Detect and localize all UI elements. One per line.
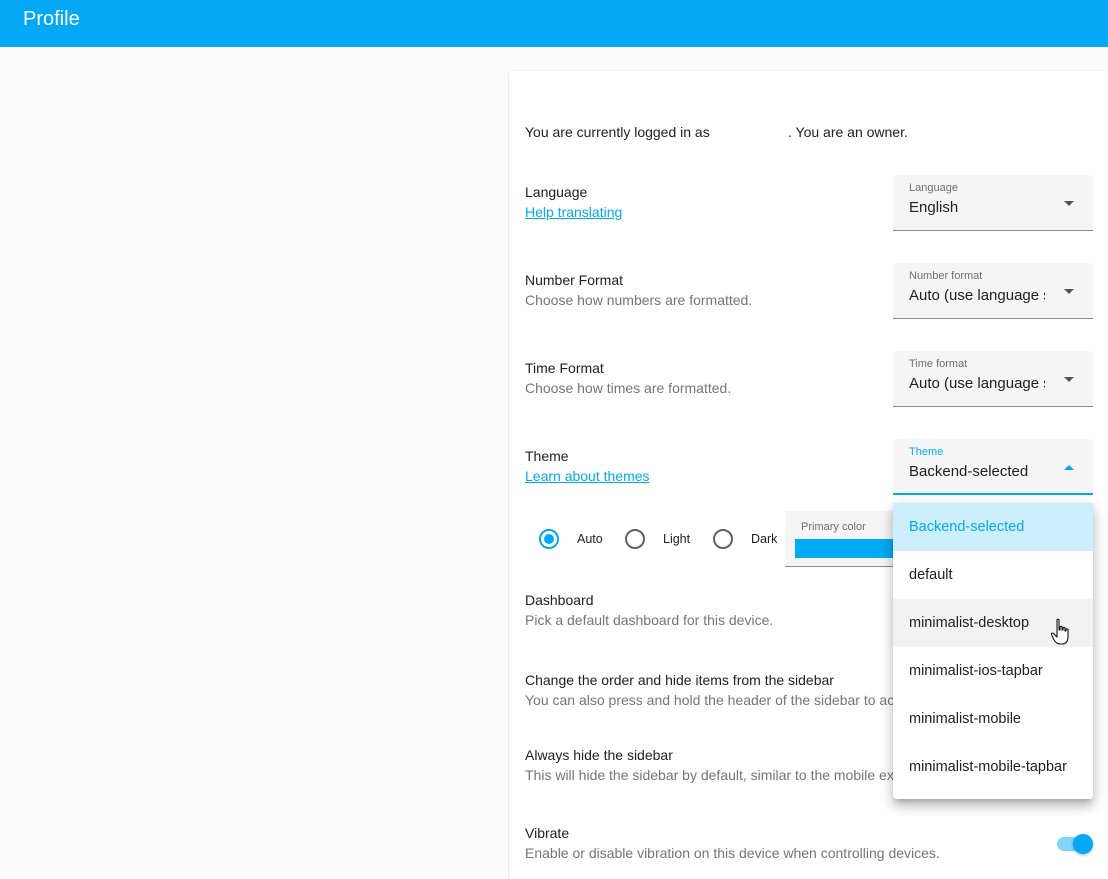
theme-mode-light-label: Light	[663, 532, 691, 546]
theme-select[interactable]: Theme Backend-selected	[893, 439, 1093, 495]
time-format-select-label: Time format	[909, 358, 968, 370]
vibrate-description: Enable or disable vibration on this devi…	[525, 845, 940, 861]
dashboard-title: Dashboard	[525, 592, 594, 608]
dropdown-arrow-icon	[1064, 201, 1074, 206]
primary-color-swatch	[795, 539, 905, 558]
time-format-select[interactable]: Time format Auto (use language setting)	[893, 351, 1093, 407]
logged-in-prefix: You are currently logged in as	[525, 124, 710, 140]
theme-mode-auto-label: Auto	[577, 532, 603, 546]
theme-mode-auto-radio[interactable]	[539, 529, 559, 549]
number-format-select[interactable]: Number format Auto (use language setting…	[893, 263, 1093, 319]
theme-option-default[interactable]: default	[893, 551, 1093, 599]
language-select-value: English	[909, 199, 959, 216]
theme-option-minimalist-mobile[interactable]: minimalist-mobile	[893, 695, 1093, 743]
language-title: Language	[525, 184, 588, 200]
primary-color-label: Primary color	[801, 521, 866, 533]
theme-option-backend-selected[interactable]: Backend-selected	[893, 503, 1093, 551]
dropdown-arrow-up-icon	[1064, 465, 1074, 470]
number-format-description: Choose how numbers are formatted.	[525, 292, 753, 308]
language-select[interactable]: Language English	[893, 175, 1093, 231]
hide-sidebar-title: Always hide the sidebar	[525, 747, 673, 763]
theme-mode-dark-radio[interactable]	[713, 529, 733, 549]
help-translating-link[interactable]: Help translating	[525, 204, 622, 220]
theme-option-minimalist-ios-tapbar[interactable]: minimalist-ios-tapbar	[893, 647, 1093, 695]
learn-about-themes-link[interactable]: Learn about themes	[525, 468, 650, 484]
theme-select-value: Backend-selected	[909, 463, 1029, 480]
logged-in-suffix: . You are an owner.	[788, 124, 908, 140]
dashboard-description: Pick a default dashboard for this device…	[525, 612, 774, 628]
number-format-title: Number Format	[525, 272, 624, 288]
time-format-title: Time Format	[525, 360, 604, 376]
vibrate-toggle-thumb[interactable]	[1073, 834, 1093, 854]
hand-pointer-cursor-icon	[1050, 618, 1069, 645]
hide-sidebar-description: This will hide the sidebar by default, s…	[525, 767, 893, 783]
primary-color-picker[interactable]: Primary color	[785, 511, 905, 567]
theme-mode-light-radio[interactable]	[625, 529, 645, 549]
sidebar-order-title: Change the order and hide items from the…	[525, 672, 834, 688]
language-select-label: Language	[909, 182, 958, 194]
time-format-select-value: Auto (use language setting)	[909, 375, 1045, 392]
theme-select-label: Theme	[909, 446, 944, 458]
theme-option-minimalist-mobile-tapbar[interactable]: minimalist-mobile-tapbar	[893, 743, 1093, 791]
dropdown-arrow-icon	[1064, 289, 1074, 294]
theme-dropdown-menu: Backend-selected default minimalist-desk…	[893, 503, 1093, 799]
number-format-select-label: Number format	[909, 270, 983, 282]
app-toolbar: Profile	[0, 0, 1108, 47]
page-title: Profile	[23, 8, 80, 30]
vibrate-title: Vibrate	[525, 825, 570, 841]
number-format-select-value: Auto (use language setting)	[909, 287, 1045, 304]
sidebar-order-description: You can also press and hold the header o…	[525, 692, 893, 708]
time-format-description: Choose how times are formatted.	[525, 380, 732, 396]
theme-mode-dark-label: Dark	[751, 532, 778, 546]
theme-title: Theme	[525, 448, 569, 464]
dropdown-arrow-icon	[1064, 377, 1074, 382]
